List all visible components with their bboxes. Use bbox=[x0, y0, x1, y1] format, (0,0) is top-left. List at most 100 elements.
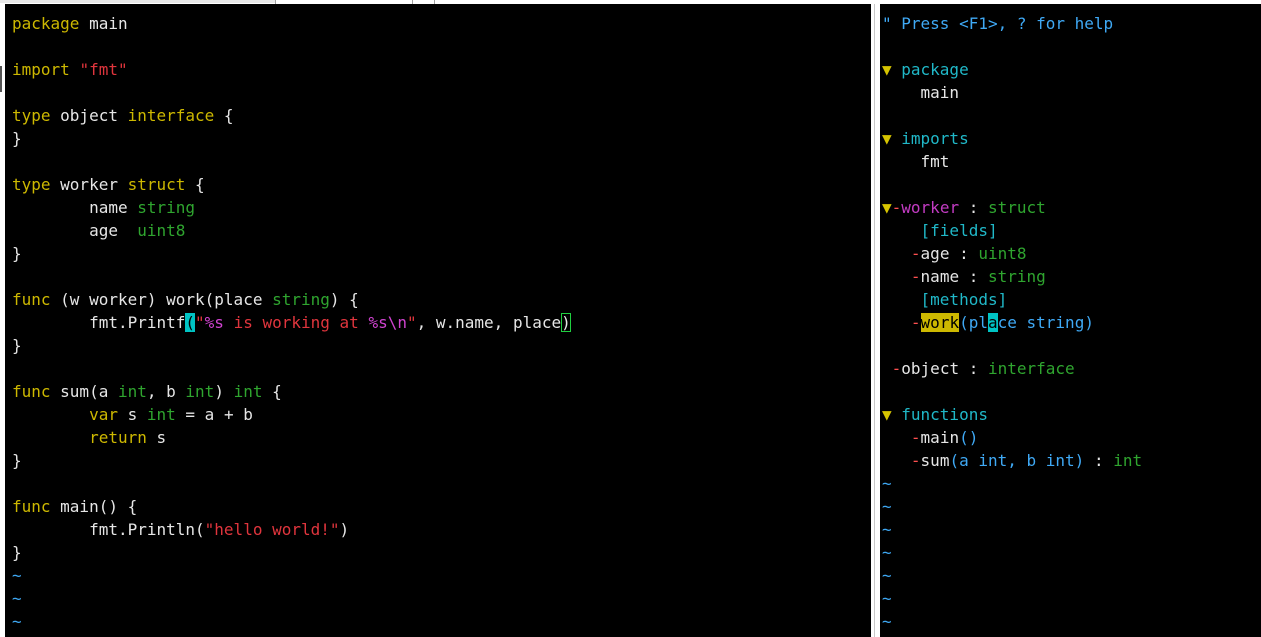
tagbar-line[interactable]: [fields] bbox=[882, 219, 1254, 242]
code-token: main bbox=[920, 428, 960, 447]
empty-line[interactable] bbox=[882, 35, 1254, 58]
code-token: is working at bbox=[223, 313, 369, 332]
tagbar-line[interactable]: [methods] bbox=[882, 288, 1254, 311]
end-of-buffer-marker: ~ bbox=[882, 543, 892, 562]
tagbar-line[interactable]: ▼ package bbox=[882, 58, 1254, 81]
end-of-buffer-marker: ~ bbox=[12, 566, 22, 585]
tagbar-line[interactable]: -age : uint8 bbox=[882, 242, 1254, 265]
tagbar-line[interactable]: ~ bbox=[882, 564, 1254, 587]
code-token: fmt bbox=[882, 152, 950, 171]
code-line[interactable]: ~ bbox=[12, 587, 868, 610]
code-token: imports bbox=[901, 129, 969, 148]
code-token: uint8 bbox=[978, 244, 1027, 263]
tagbar-line[interactable]: -object : interface bbox=[882, 357, 1254, 380]
code-token: } bbox=[12, 451, 22, 470]
end-of-buffer-marker: ~ bbox=[882, 612, 892, 631]
code-line[interactable]: } bbox=[12, 127, 868, 150]
code-token: %s bbox=[204, 313, 224, 332]
tab-separator bbox=[275, 0, 276, 4]
tagbar-line[interactable]: -name : string bbox=[882, 265, 1254, 288]
code-token: int bbox=[185, 382, 215, 401]
tagbar-line[interactable]: fmt bbox=[882, 150, 1254, 173]
end-of-buffer-marker: ~ bbox=[882, 520, 892, 539]
code-token: type bbox=[12, 175, 51, 194]
code-editor-pane[interactable]: package main import "fmt" type object inte… bbox=[12, 12, 868, 633]
code-token: (a int, b int) bbox=[949, 451, 1085, 470]
empty-line[interactable] bbox=[12, 472, 868, 495]
code-token: func bbox=[12, 290, 51, 309]
code-token: ( bbox=[185, 313, 196, 332]
code-token: fmt.Printf bbox=[12, 313, 186, 332]
tagbar-line[interactable]: ~ bbox=[882, 610, 1254, 633]
code-line[interactable]: import "fmt" bbox=[12, 58, 868, 81]
tagbar-line[interactable]: ~ bbox=[882, 472, 1254, 495]
code-line[interactable]: fmt.Println("hello world!") bbox=[12, 518, 868, 541]
code-token: sum bbox=[920, 451, 950, 470]
tagbar-line[interactable]: ▼-worker : struct bbox=[882, 196, 1254, 219]
code-line[interactable]: fmt.Printf("%s is working at %s\n", w.na… bbox=[12, 311, 868, 334]
code-token: main bbox=[882, 83, 960, 102]
tagbar-line[interactable]: " Press <F1>, ? for help bbox=[882, 12, 1254, 35]
tagbar-line[interactable]: -work(place string) bbox=[882, 311, 1254, 334]
code-token: ▼ bbox=[882, 198, 892, 217]
code-token: "fmt" bbox=[79, 60, 128, 79]
empty-line[interactable] bbox=[882, 334, 1254, 357]
tagbar-line[interactable]: ▼ functions bbox=[882, 403, 1254, 426]
empty-line[interactable] bbox=[12, 357, 868, 380]
tagbar-line[interactable]: ~ bbox=[882, 518, 1254, 541]
code-token: - bbox=[910, 267, 921, 286]
code-token: : bbox=[959, 198, 988, 217]
tagbar-line[interactable]: -sum(a int, b int) : int bbox=[882, 449, 1254, 472]
code-token: " Press <F1>, ? for help bbox=[882, 14, 1114, 33]
code-token: ) bbox=[339, 520, 350, 539]
code-line[interactable]: } bbox=[12, 541, 868, 564]
code-line[interactable]: name string bbox=[12, 196, 868, 219]
code-token: [methods] bbox=[882, 290, 1008, 309]
tagbar-line[interactable]: -main() bbox=[882, 426, 1254, 449]
empty-line[interactable] bbox=[12, 35, 868, 58]
code-token: - bbox=[891, 359, 902, 378]
code-token: - bbox=[910, 313, 921, 332]
code-line[interactable]: func main() { bbox=[12, 495, 868, 518]
code-line[interactable]: } bbox=[12, 334, 868, 357]
code-token: worker bbox=[50, 175, 128, 194]
tagbar-line[interactable]: ▼ imports bbox=[882, 127, 1254, 150]
empty-line[interactable] bbox=[882, 104, 1254, 127]
code-token: - bbox=[891, 198, 902, 217]
code-line[interactable]: } bbox=[12, 449, 868, 472]
code-line[interactable]: func sum(a int, b int) int { bbox=[12, 380, 868, 403]
tagbar-line[interactable]: ~ bbox=[882, 541, 1254, 564]
empty-line[interactable] bbox=[12, 265, 868, 288]
code-line[interactable]: return s bbox=[12, 426, 868, 449]
code-token: (pl bbox=[959, 313, 988, 332]
code-line[interactable]: type object interface { bbox=[12, 104, 868, 127]
code-token: , w.name, place bbox=[416, 313, 562, 332]
empty-line[interactable] bbox=[12, 81, 868, 104]
code-line[interactable]: ~ bbox=[12, 610, 868, 633]
tagbar-line[interactable]: main bbox=[882, 81, 1254, 104]
empty-line[interactable] bbox=[12, 150, 868, 173]
code-token: () bbox=[959, 428, 979, 447]
end-of-buffer-marker: ~ bbox=[882, 589, 892, 608]
code-token: fmt.Println( bbox=[12, 520, 205, 539]
tagbar-line[interactable]: ~ bbox=[882, 587, 1254, 610]
code-token: sum(a bbox=[50, 382, 118, 401]
tagbar-pane[interactable]: " Press <F1>, ? for help ▼ package main ▼ … bbox=[882, 12, 1254, 633]
code-line[interactable]: } bbox=[12, 242, 868, 265]
empty-line[interactable] bbox=[882, 173, 1254, 196]
code-line[interactable]: var s int = a + b bbox=[12, 403, 868, 426]
code-line[interactable]: age uint8 bbox=[12, 219, 868, 242]
code-token: main() { bbox=[50, 497, 138, 516]
code-line[interactable]: type worker struct { bbox=[12, 173, 868, 196]
tab-separator bbox=[412, 0, 413, 4]
code-token: ) bbox=[561, 313, 571, 332]
code-line[interactable]: ~ bbox=[12, 564, 868, 587]
tagbar-line[interactable]: ~ bbox=[882, 495, 1254, 518]
vertical-split-divider[interactable] bbox=[871, 4, 880, 637]
code-line[interactable]: package main bbox=[12, 12, 868, 35]
window-tab-strip bbox=[0, 0, 1261, 4]
code-token: %s bbox=[368, 313, 388, 332]
empty-line[interactable] bbox=[882, 380, 1254, 403]
code-line[interactable]: func (w worker) work(place string) { bbox=[12, 288, 868, 311]
